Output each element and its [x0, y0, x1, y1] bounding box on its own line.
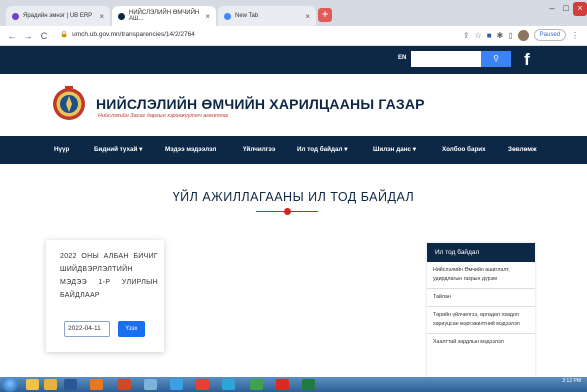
excel-icon[interactable] — [302, 379, 315, 390]
folder-icon[interactable] — [44, 379, 57, 390]
avatar[interactable] — [517, 29, 529, 41]
emblem-logo[interactable] — [52, 84, 86, 124]
language-switch[interactable]: EN — [398, 55, 406, 61]
forward-icon[interactable]: → — [22, 29, 34, 43]
extension-icon[interactable]: ■ — [487, 31, 492, 40]
explorer-icon[interactable] — [26, 379, 39, 390]
site-title: НИЙСЛЭЛИЙН ӨМЧИЙН ХАРИЛЦААНЫ ГАЗАР — [96, 96, 425, 112]
date-field[interactable]: 2022-04-11 — [64, 321, 110, 337]
nav-item-news[interactable]: Мэдээ мэдээлэл — [165, 146, 216, 153]
star-icon[interactable]: ☆ — [475, 31, 482, 40]
tab-favicon-icon — [118, 12, 125, 20]
heading-divider-dot — [284, 208, 291, 215]
sidebar-item[interactable]: Төрийн үйлчилгээ, өргөдөл гомдол хариуцс… — [427, 307, 535, 334]
internet-explorer-icon[interactable] — [170, 379, 183, 390]
system-clock[interactable]: 2:12 PM — [562, 378, 581, 384]
chrome-icon[interactable] — [196, 379, 209, 390]
nav-item-glass-account[interactable]: Шилэн данс ▾ — [373, 146, 416, 153]
view-button[interactable]: Үзэх — [118, 321, 145, 337]
minimize-icon[interactable]: – — [545, 2, 559, 16]
menu-icon[interactable]: ⋮ — [571, 31, 579, 40]
facebook-icon[interactable]: f — [517, 49, 537, 69]
sidebar-title: Ил тод байдал — [427, 243, 535, 262]
address-bar: ← → C 🔒 umch.ub.gov.mn/transparencies/14/… — [0, 26, 587, 46]
reload-icon[interactable]: C — [38, 29, 50, 43]
browser-toolbar-icons: ⇪ ☆ ■ ✱ ▯ Paused ⋮ — [463, 29, 579, 41]
browser-tab[interactable]: New Tab × — [218, 6, 316, 26]
close-tab-icon[interactable]: × — [205, 12, 210, 21]
nav-item-contact[interactable]: Холбоо барих — [442, 146, 486, 153]
close-tab-icon[interactable]: × — [305, 12, 310, 21]
browser-tab-bar: Ярадийн эмнэг | UB ERP × НИЙСЛЭЛИЙН ӨМЧИ… — [0, 0, 587, 26]
maximize-icon[interactable]: □ — [559, 2, 573, 16]
close-tab-icon[interactable]: × — [99, 12, 104, 21]
paint-icon[interactable] — [144, 379, 157, 390]
search-button[interactable]: ⚲ — [481, 51, 511, 67]
tab-label: Ярадийн эмнэг | UB ERP — [23, 13, 93, 19]
tab-label: НИЙСЛЭЛИЙН ӨМЧИЙН АШ... — [129, 10, 200, 22]
document-card: 2022 ОНЫ АЛБАН БИЧИГ ШИЙДВЭРЛЭЛТИЙН МЭДЭ… — [46, 240, 164, 352]
media-icon[interactable] — [90, 379, 103, 390]
share-icon[interactable]: ⇪ — [463, 31, 470, 40]
close-window-icon[interactable]: × — [573, 2, 587, 16]
pdf-icon[interactable] — [276, 379, 289, 390]
network-icon[interactable] — [222, 379, 235, 390]
tab-favicon-icon — [12, 12, 19, 20]
lock-icon: 🔒 — [60, 31, 69, 38]
page-title: ҮЙЛ АЖИЛЛАГААНЫ ИЛ ТОД БАЙДАЛ — [172, 190, 415, 204]
window-controls: – □ × — [545, 2, 587, 16]
browser-tab-active[interactable]: НИЙСЛЭЛИЙН ӨМЧИЙН АШ... × — [112, 6, 216, 26]
sidebar-item[interactable]: Хаалттай зардлын мэдээлэл — [427, 334, 535, 351]
tab-label: New Tab — [235, 13, 259, 19]
site-top-bar: EN ⚲ f — [0, 46, 587, 74]
sidebar-panel-icon[interactable]: ▯ — [508, 31, 512, 40]
word-icon[interactable] — [64, 379, 77, 390]
transparency-sidebar: Ил тод байдал Нийслэлийн Өмчийн ашиглалт… — [427, 243, 535, 378]
back-icon[interactable]: ← — [6, 29, 18, 43]
profile-status-badge[interactable]: Paused — [533, 29, 566, 41]
puzzle-icon[interactable]: ✱ — [497, 31, 504, 40]
browser-tab[interactable]: Ярадийн эмнэг | UB ERP × — [6, 6, 110, 26]
nav-item-advice[interactable]: Зөвлөмж — [508, 146, 537, 153]
os-taskbar: 2:12 PM — [0, 377, 587, 392]
nav-item-services[interactable]: Үйлчилгээ — [243, 146, 275, 153]
search-icon: ⚲ — [493, 54, 499, 63]
site-header: НИЙСЛЭЛИЙН ӨМЧИЙН ХАРИЛЦААНЫ ГАЗАР Нийсл… — [0, 74, 587, 136]
nav-item-about[interactable]: Бидний тухай ▾ — [94, 146, 142, 153]
clock-time: 2:12 PM — [562, 378, 581, 384]
sidebar-item[interactable]: Нийслэлийн Өмчийн ашиглалт, удирдлагын г… — [427, 262, 535, 289]
main-nav: Нүүр Бидний тухай ▾ Мэдээ мэдээлэл Үйлчи… — [0, 136, 587, 164]
downloads-icon[interactable] — [250, 379, 263, 390]
powerpoint-icon[interactable] — [118, 379, 131, 390]
url-text: umch.ub.gov.mn/transparencies/14/2/2764 — [72, 31, 195, 38]
nav-item-transparency[interactable]: Ил тод байдал ▾ — [297, 146, 347, 153]
sidebar-item[interactable]: Тайлан — [427, 289, 535, 307]
start-button[interactable] — [2, 377, 18, 392]
new-tab-button[interactable]: + — [318, 8, 332, 22]
nav-item-home[interactable]: Нүүр — [54, 146, 69, 153]
tab-favicon-icon — [224, 12, 231, 20]
url-field[interactable]: 🔒 umch.ub.gov.mn/transparencies/14/2/2764 — [60, 30, 195, 38]
document-title[interactable]: 2022 ОНЫ АЛБАН БИЧИГ ШИЙДВЭРЛЭЛТИЙН МЭДЭ… — [60, 250, 158, 302]
site-subtitle: Нийслэлийн Засаг даргын хэрэгжүүлэгч аге… — [98, 113, 229, 119]
search-input[interactable] — [411, 51, 481, 67]
